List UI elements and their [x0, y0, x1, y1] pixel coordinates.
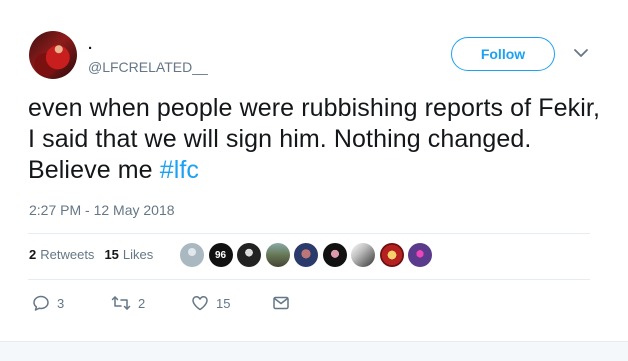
reply-icon: [33, 295, 49, 311]
author-handle[interactable]: @LFCRELATED__: [88, 59, 208, 75]
hashtag-link[interactable]: #lfc: [160, 156, 199, 184]
retweets-count: 2: [29, 247, 37, 262]
divider: [28, 279, 590, 280]
retweet-button[interactable]: 2: [111, 294, 145, 312]
liker-avatar[interactable]: [294, 243, 318, 267]
heart-icon: [192, 296, 208, 311]
like-button[interactable]: 15: [191, 294, 230, 312]
liker-avatar[interactable]: [351, 243, 375, 267]
chevron-down-icon[interactable]: [572, 46, 590, 60]
likes-stat[interactable]: 15 Likes: [104, 247, 153, 262]
envelope-icon: [273, 296, 289, 310]
liker-avatar[interactable]: [180, 243, 204, 267]
likes-count: 15: [104, 247, 119, 262]
likers-avatars: 96: [180, 243, 437, 267]
liker-avatar[interactable]: [322, 243, 347, 267]
liker-avatar[interactable]: [379, 243, 404, 267]
retweets-stat[interactable]: 2 Retweets: [29, 247, 94, 262]
author-avatar[interactable]: [29, 31, 77, 79]
bottom-strip: [0, 341, 628, 361]
follow-button[interactable]: Follow: [451, 37, 555, 71]
reply-count: 3: [57, 295, 65, 311]
likes-label: Likes: [122, 247, 154, 262]
liker-badge-text: 96: [214, 249, 227, 261]
author-display-name[interactable]: .: [88, 36, 92, 53]
tweet-stats: 2 Retweets 15 Likes: [29, 247, 163, 262]
liker-avatar[interactable]: [265, 243, 290, 267]
liker-avatar[interactable]: [237, 243, 261, 267]
divider: [28, 233, 590, 234]
tweet-timestamp[interactable]: 2:27 PM - 12 May 2018: [29, 202, 175, 218]
retweet-icon: [111, 296, 131, 310]
retweets-label: Retweets: [40, 247, 95, 262]
retweet-count: 2: [138, 295, 146, 311]
tweet-text: even when people were rubbishing reports…: [28, 93, 608, 186]
like-count: 15: [216, 295, 231, 311]
liker-avatar[interactable]: [408, 243, 432, 267]
tweet-body: even when people were rubbishing reports…: [28, 94, 600, 184]
direct-message-button[interactable]: [272, 294, 290, 312]
reply-button[interactable]: 3: [32, 294, 64, 312]
liker-avatar[interactable]: 96: [208, 243, 233, 267]
tweet-actions: 3 2 15: [0, 294, 628, 314]
